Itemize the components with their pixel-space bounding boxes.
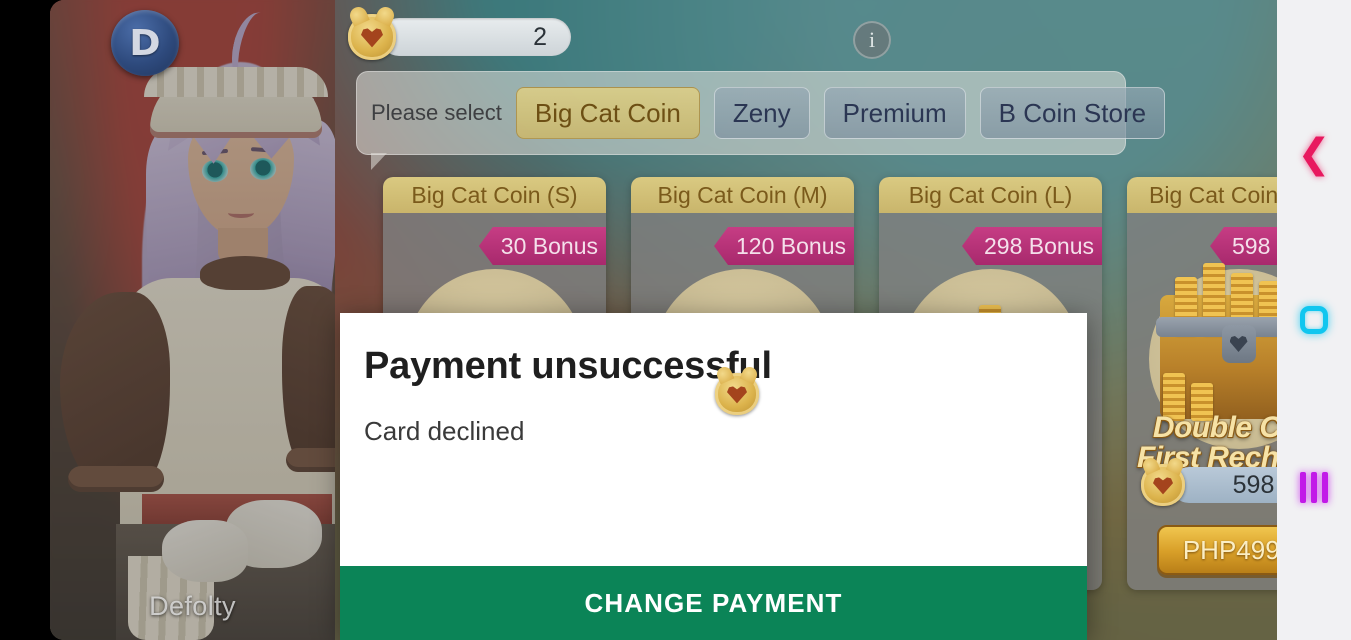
product-card-bonus-badge: 120 Bonus — [714, 227, 854, 265]
portrait-dim-overlay — [50, 0, 335, 640]
chest-lid — [1155, 317, 1277, 337]
coin-artwork-cat-coin — [715, 373, 759, 415]
tab-big-cat-coin-label: Big Cat Coin — [534, 97, 681, 128]
dialog-body: Payment unsuccessful Card declined — [340, 313, 1087, 566]
chest-lock-cat-icon — [1221, 325, 1256, 363]
big-cat-coin-icon — [1141, 464, 1185, 506]
info-glyph: i — [868, 27, 876, 52]
dialog-message: Card declined — [364, 416, 525, 446]
recents-bar — [1322, 472, 1328, 503]
currency-tabstrip: Please select Big Cat Coin Zeny Premium … — [356, 71, 1166, 170]
tab-b-coin-store[interactable]: B Coin Store — [979, 87, 1166, 139]
app-logo-icon: D — [129, 22, 161, 64]
cat-face-mark-icon — [727, 386, 747, 404]
recents-bar — [1311, 472, 1317, 503]
big-cat-coin-icon — [348, 14, 396, 60]
cat-face-mark-icon — [1229, 336, 1248, 352]
android-navigation-bar: ❮ — [1277, 0, 1351, 640]
character-portrait: Defolty — [50, 0, 335, 640]
coin-balance-value[interactable]: 2 — [380, 18, 571, 56]
back-icon[interactable]: ❮ — [1297, 134, 1331, 174]
product-card-bonus-badge: 30 Bonus — [478, 227, 606, 265]
coin-balance-bar: 2 — [348, 14, 571, 60]
info-icon[interactable]: i — [853, 21, 891, 59]
product-coin-amount-row: 598 — [1141, 464, 1277, 506]
product-card-bonus-badge: 298 Bonus — [962, 227, 1102, 265]
cat-face-mark-icon — [1153, 477, 1173, 495]
promo-line-1: Double Coin — [1152, 411, 1277, 444]
recents-icon[interactable] — [1300, 472, 1328, 503]
product-card-title: Big Cat Coin (S) — [383, 177, 606, 213]
tab-zeny-label: Zeny — [732, 97, 791, 128]
payment-error-dialog: Payment unsuccessful Card declined CHANG… — [340, 313, 1087, 640]
recents-bar — [1300, 472, 1306, 503]
product-card-title: Big Cat Coin (L) — [879, 177, 1102, 213]
product-card-title: Big Cat Coin (XL) — [1127, 177, 1277, 213]
tab-zeny[interactable]: Zeny — [713, 87, 810, 139]
character-name: Defolty — [149, 591, 236, 621]
product-card[interactable]: Big Cat Coin (XL) 598 Bonus Double Coin … — [1127, 177, 1277, 590]
tab-b-coin-store-label: B Coin Store — [998, 97, 1147, 128]
tab-big-cat-coin[interactable]: Big Cat Coin — [515, 87, 700, 139]
product-card-bonus-badge: 598 Bonus — [1210, 227, 1277, 265]
tab-premium[interactable]: Premium — [823, 87, 966, 139]
game-viewport: Defolty D 2 i Please select Big Cat Coin… — [50, 0, 1277, 640]
screen: Defolty D 2 i Please select Big Cat Coin… — [0, 0, 1351, 640]
product-card-title: Big Cat Coin (M) — [631, 177, 854, 213]
tab-premium-label: Premium — [842, 97, 947, 128]
app-logo-button[interactable]: D — [111, 10, 179, 76]
change-payment-button[interactable]: CHANGE PAYMENT — [340, 566, 1087, 640]
dialog-title: Payment unsuccessful — [364, 345, 772, 387]
product-coin-amount: 598 — [1171, 467, 1277, 503]
home-icon[interactable] — [1300, 306, 1328, 334]
product-price-button[interactable]: PHP4990 — [1157, 525, 1277, 575]
please-select-label: Please select — [371, 100, 502, 125]
cat-face-mark-icon — [361, 28, 383, 48]
